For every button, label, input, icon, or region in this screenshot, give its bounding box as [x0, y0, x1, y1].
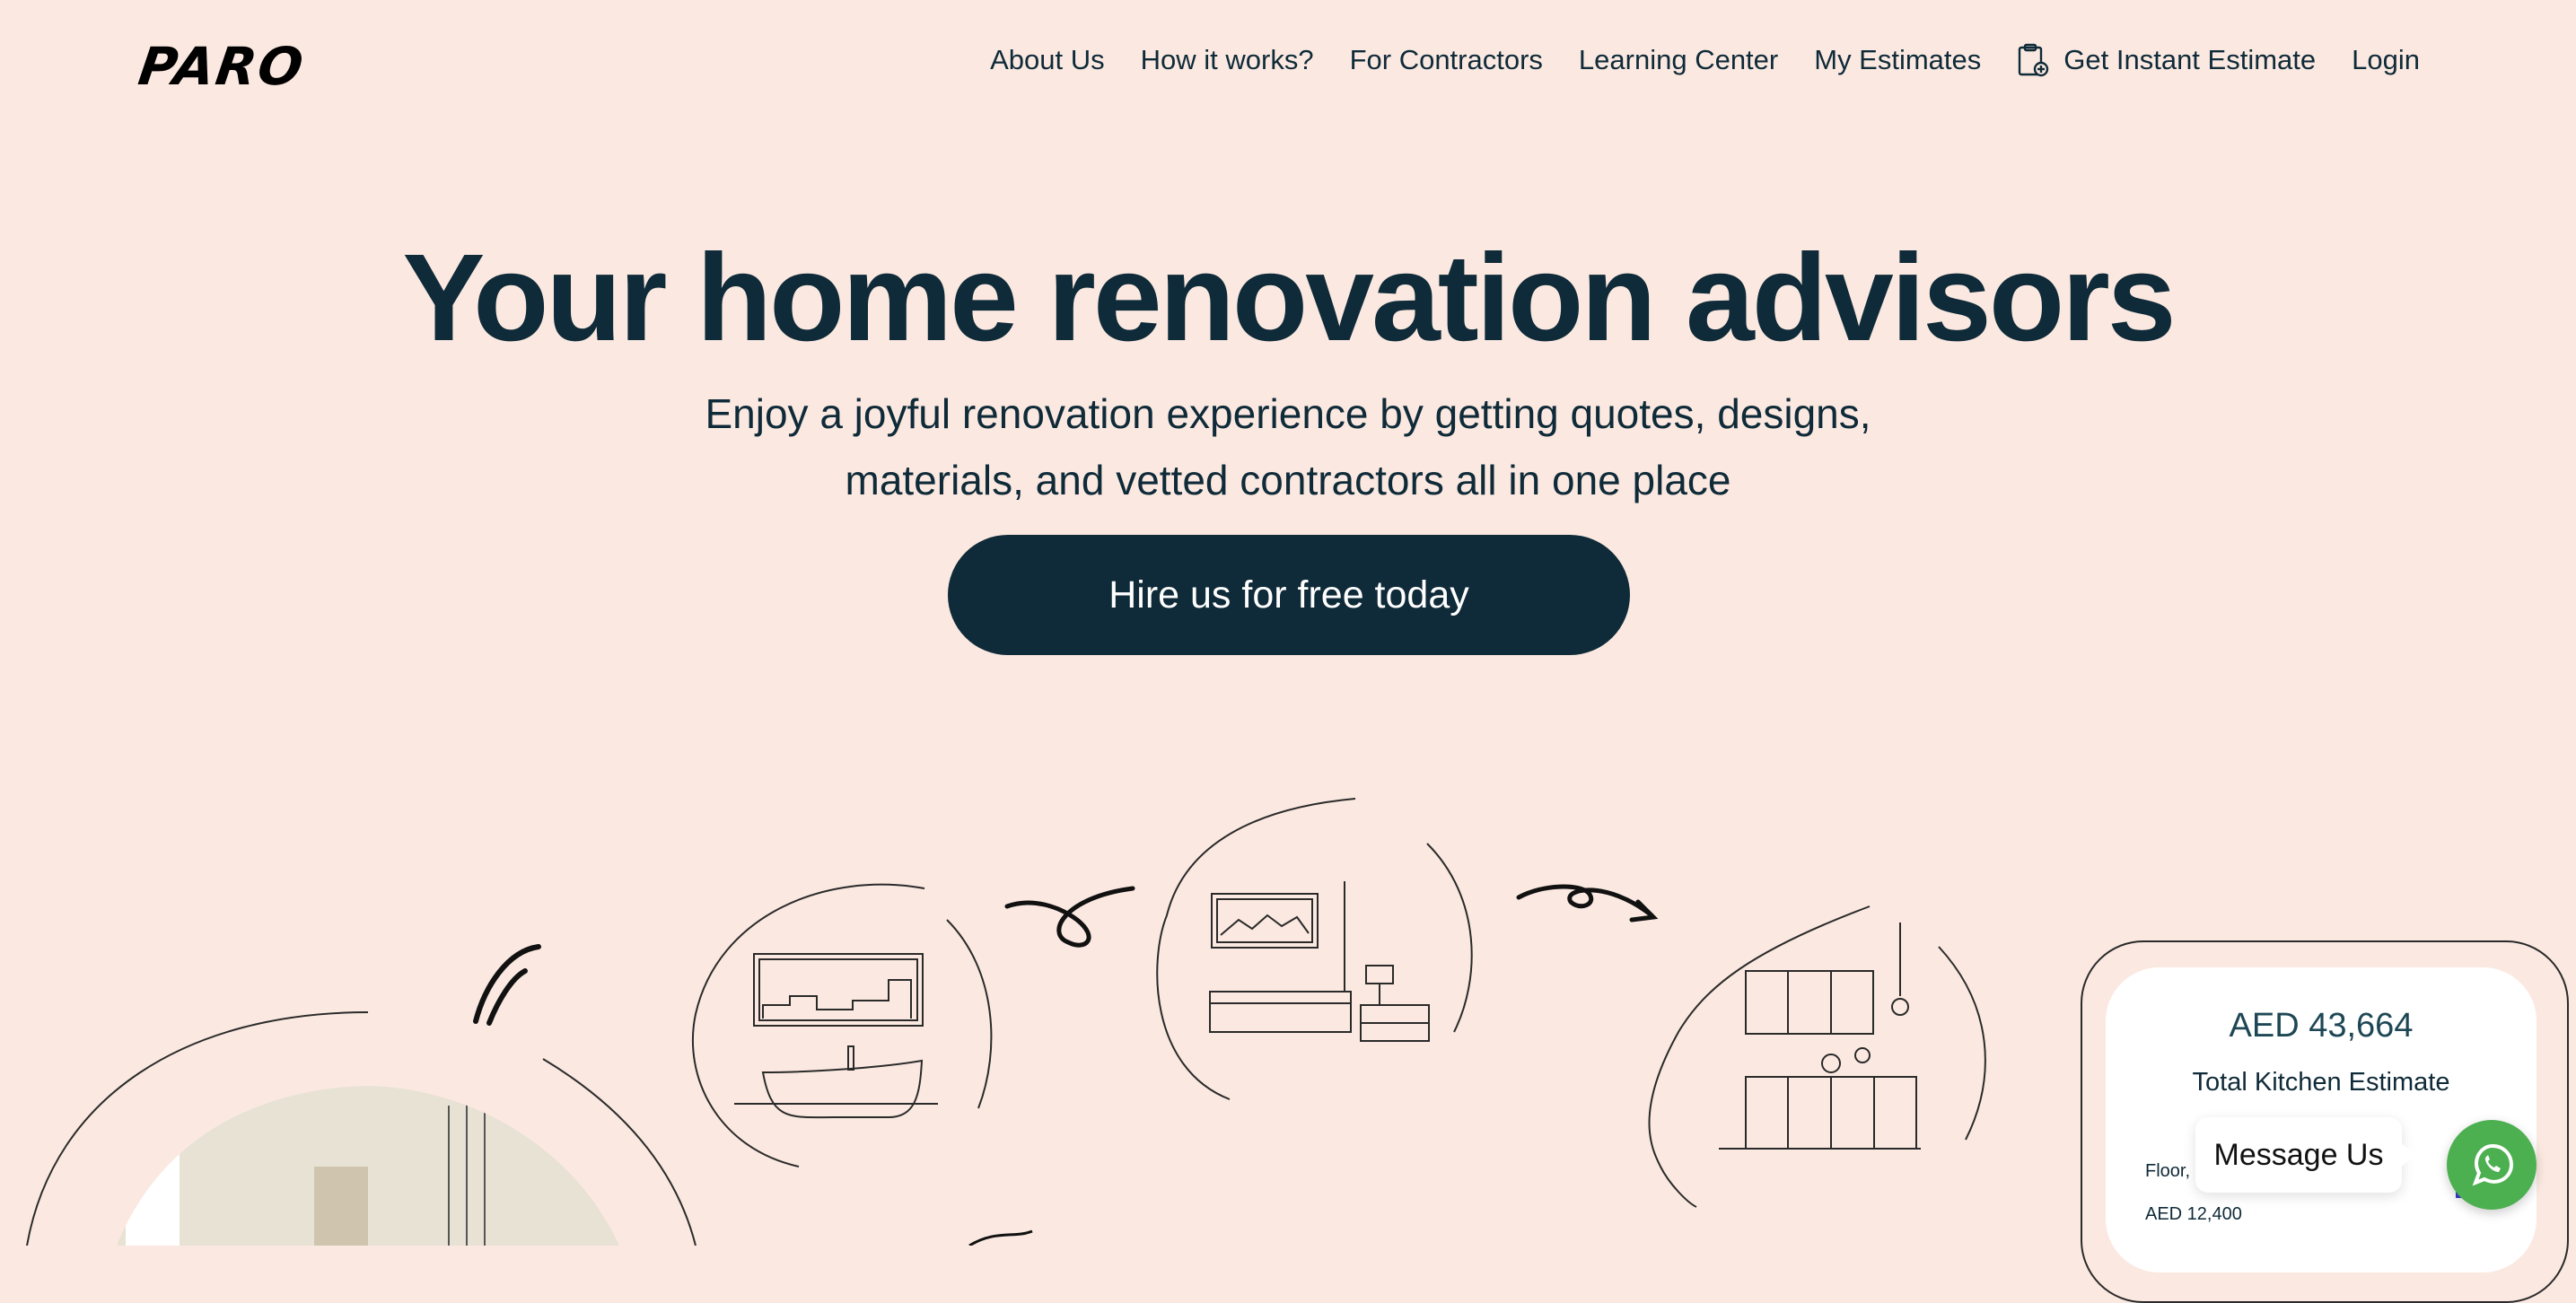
arrow-decoration — [1516, 884, 1659, 923]
squiggle-decoration-2 — [1004, 886, 1135, 948]
estimate-amount: AED 43,664 — [2229, 1007, 2414, 1045]
message-us-bubble[interactable]: Message Us — [2195, 1117, 2416, 1193]
nav-login[interactable]: Login — [2352, 44, 2420, 76]
bedroom-illustration — [1156, 798, 1473, 1100]
nav-how-it-works[interactable]: How it works? — [1141, 44, 1314, 76]
main-nav: About Us How it works? For Contractors L… — [990, 43, 2420, 77]
hallway-photo — [117, 1086, 619, 1246]
estimate-line-floor: Floor, — [2145, 1161, 2191, 1181]
nav-about-us[interactable]: About Us — [990, 44, 1105, 76]
hero-subtitle-line-1: Enjoy a joyful renovation experience by … — [705, 390, 1871, 437]
hero-subtitle: Enjoy a joyful renovation experience by … — [0, 380, 2576, 513]
tilde-decoration — [968, 1229, 1033, 1246]
kitchen-illustration — [1648, 905, 1986, 1208]
whatsapp-icon — [2472, 1143, 2514, 1186]
clipboard-plus-icon — [2019, 43, 2049, 77]
bathroom-illustration — [691, 883, 993, 1167]
nav-learning-center[interactable]: Learning Center — [1579, 44, 1778, 76]
nav-get-instant-estimate[interactable]: Get Instant Estimate — [2017, 43, 2316, 77]
nav-estimate-label: Get Instant Estimate — [2063, 44, 2317, 75]
estimate-line-amount: AED 12,400 — [2145, 1204, 2242, 1224]
whatsapp-button[interactable] — [2447, 1120, 2537, 1210]
hero-subtitle-line-2: materials, and vetted contractors all in… — [845, 457, 1731, 503]
estimate-label: Total Kitchen Estimate — [2192, 1068, 2450, 1097]
paro-logo[interactable]: PARO — [135, 36, 309, 97]
hero-title: Your home renovation advisors — [402, 229, 2176, 367]
nav-my-estimates[interactable]: My Estimates — [1814, 44, 1981, 76]
nav-for-contractors[interactable]: For Contractors — [1350, 44, 1543, 76]
hire-us-button[interactable]: Hire us for free today — [948, 535, 1630, 655]
squiggle-decoration-1 — [473, 944, 541, 1026]
